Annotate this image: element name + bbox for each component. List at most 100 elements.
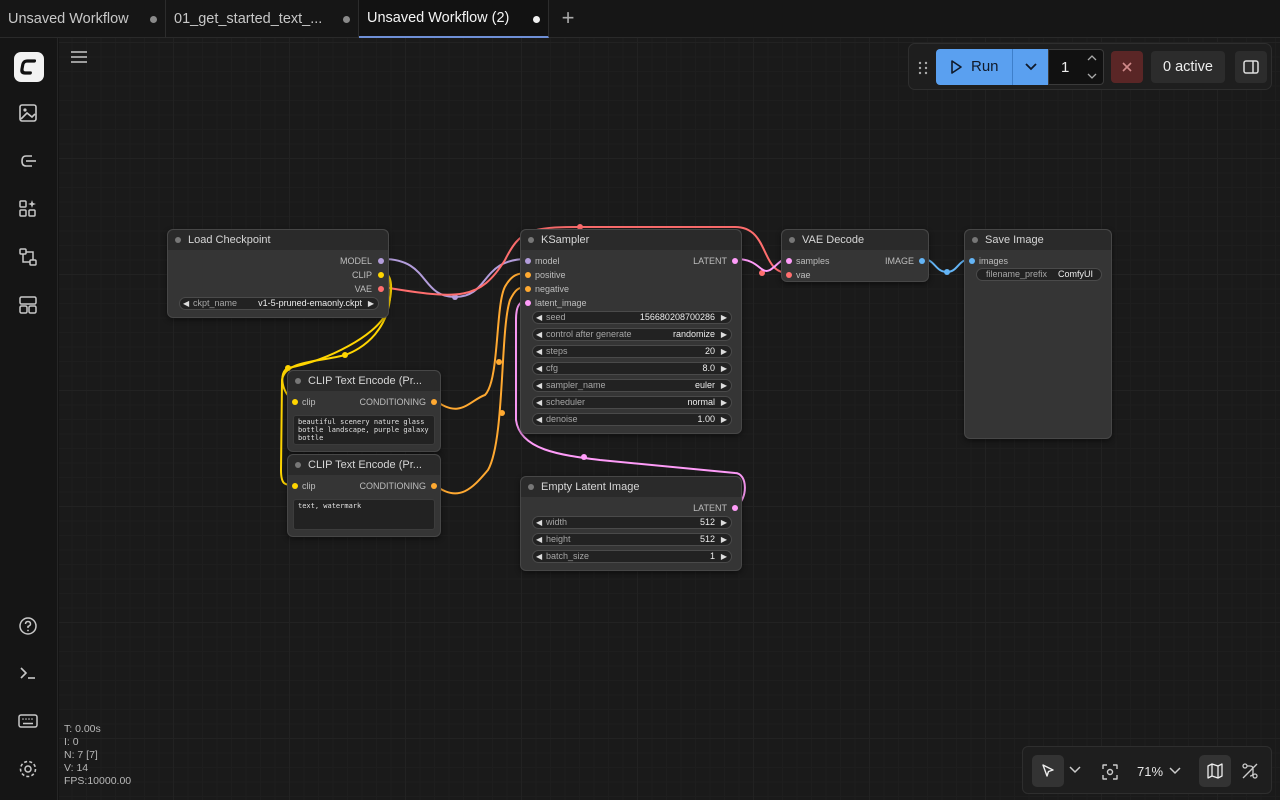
prompt-textarea[interactable]: text, watermark bbox=[293, 499, 435, 530]
map-icon bbox=[1207, 763, 1223, 779]
output-clip[interactable]: CLIP bbox=[352, 268, 372, 282]
clip-input-dot[interactable] bbox=[292, 399, 298, 405]
input-latent-image[interactable]: latent_image bbox=[535, 296, 587, 310]
chevron-down-icon[interactable] bbox=[1167, 763, 1183, 779]
samples-input-dot[interactable] bbox=[786, 258, 792, 264]
output-latent[interactable]: LATENT bbox=[693, 254, 727, 268]
tab-label: 01_get_started_text_... bbox=[174, 11, 323, 27]
latent-image-input-dot[interactable] bbox=[525, 300, 531, 306]
drag-handle-icon[interactable] bbox=[917, 60, 929, 76]
help-icon[interactable] bbox=[17, 615, 39, 637]
steps-widget[interactable]: ◀ steps 20 ▶ bbox=[532, 345, 732, 358]
node-library-icon[interactable] bbox=[17, 198, 39, 220]
conditioning-output-dot[interactable] bbox=[431, 399, 437, 405]
input-clip[interactable]: clip bbox=[302, 479, 316, 493]
positive-input-dot[interactable] bbox=[525, 272, 531, 278]
negative-input-dot[interactable] bbox=[525, 286, 531, 292]
batch-size-widget[interactable]: ◀ batch_size 1 ▶ bbox=[532, 550, 732, 563]
control-after-generate-widget[interactable]: ◀ control after generate randomize ▶ bbox=[532, 328, 732, 341]
vae-output-dot[interactable] bbox=[378, 286, 384, 292]
unsaved-dot-icon bbox=[343, 16, 350, 23]
output-model[interactable]: MODEL bbox=[340, 254, 372, 268]
minimap-toggle-button[interactable] bbox=[1199, 755, 1231, 787]
output-latent[interactable]: LATENT bbox=[693, 501, 727, 515]
images-icon[interactable] bbox=[17, 102, 39, 124]
input-negative[interactable]: negative bbox=[535, 282, 569, 296]
images-input-dot[interactable] bbox=[969, 258, 975, 264]
node-title: Save Image bbox=[965, 230, 1111, 250]
toggle-panel-button[interactable] bbox=[1235, 51, 1267, 83]
node-clip-text-encode-positive[interactable]: CLIP Text Encode (Pr... clip CONDITIONIN… bbox=[287, 370, 441, 452]
vae-input-dot[interactable] bbox=[786, 272, 792, 278]
select-tool-button[interactable] bbox=[1032, 755, 1064, 787]
settings-icon[interactable] bbox=[17, 758, 39, 780]
scheduler-widget[interactable]: ◀ scheduler normal ▶ bbox=[532, 396, 732, 409]
add-tab-button[interactable]: + bbox=[557, 7, 579, 29]
decrement-icon[interactable] bbox=[1086, 72, 1098, 80]
conditioning-output-dot[interactable] bbox=[431, 483, 437, 489]
keyboard-icon[interactable] bbox=[17, 710, 39, 732]
output-conditioning[interactable]: CONDITIONING bbox=[360, 479, 427, 493]
templates-icon[interactable] bbox=[17, 294, 39, 316]
console-icon[interactable] bbox=[17, 662, 39, 684]
tab-label: Unsaved Workflow (2) bbox=[367, 10, 510, 26]
node-vae-decode[interactable]: VAE Decode samples vae IMAGE bbox=[781, 229, 929, 282]
workflows-icon[interactable] bbox=[17, 246, 39, 268]
chevron-down-icon bbox=[1025, 63, 1037, 71]
zoom-level[interactable]: 71% bbox=[1137, 764, 1163, 779]
canvas-toolbar: 71% bbox=[1022, 746, 1272, 794]
hamburger-menu-icon[interactable] bbox=[70, 49, 88, 65]
filename-prefix-widget[interactable]: filename_prefix ComfyUI bbox=[976, 268, 1102, 281]
cfg-widget[interactable]: ◀ cfg 8.0 ▶ bbox=[532, 362, 732, 375]
node-ksampler[interactable]: KSampler model positive negative latent_… bbox=[520, 229, 742, 434]
model-output-dot[interactable] bbox=[378, 258, 384, 264]
clip-input-dot[interactable] bbox=[292, 483, 298, 489]
input-model[interactable]: model bbox=[535, 254, 560, 268]
input-clip[interactable]: clip bbox=[302, 395, 316, 409]
seed-widget[interactable]: ◀ seed 156680208700286 ▶ bbox=[532, 311, 732, 324]
latent-output-dot[interactable] bbox=[732, 505, 738, 511]
output-image[interactable]: IMAGE bbox=[885, 254, 914, 268]
node-empty-latent-image[interactable]: Empty Latent Image LATENT ◀ width 512 ▶ ◀ he… bbox=[520, 476, 742, 571]
active-queue-button[interactable]: 0 active bbox=[1151, 51, 1225, 83]
latent-output-dot[interactable] bbox=[732, 258, 738, 264]
ckpt-name-widget[interactable]: ◀ ckpt_name v1-5-pruned-emaonly.ckpt ▶ bbox=[179, 297, 379, 310]
input-samples[interactable]: samples bbox=[796, 254, 830, 268]
models-icon[interactable] bbox=[17, 150, 39, 172]
run-mode-dropdown[interactable] bbox=[1012, 49, 1048, 85]
output-vae[interactable]: VAE bbox=[355, 282, 372, 296]
node-clip-text-encode-negative[interactable]: CLIP Text Encode (Pr... clip CONDITIONIN… bbox=[287, 454, 441, 537]
image-output-dot[interactable] bbox=[919, 258, 925, 264]
close-icon bbox=[1122, 62, 1132, 72]
increment-icon[interactable] bbox=[1086, 54, 1098, 62]
workflow-tabbar: Unsaved Workflow 01_get_started_text_...… bbox=[0, 0, 1280, 38]
node-save-image[interactable]: Save Image images filename_prefix ComfyU… bbox=[964, 229, 1112, 439]
sampler-name-widget[interactable]: ◀ sampler_name euler ▶ bbox=[532, 379, 732, 392]
comfy-logo[interactable] bbox=[14, 52, 44, 82]
denoise-widget[interactable]: ◀ denoise 1.00 ▶ bbox=[532, 413, 732, 426]
cancel-run-button[interactable] bbox=[1111, 51, 1143, 83]
unsaved-dot-icon bbox=[150, 16, 157, 23]
clip-output-dot[interactable] bbox=[378, 272, 384, 278]
sidebar bbox=[0, 38, 58, 800]
batch-count-input[interactable]: 1 bbox=[1048, 49, 1104, 85]
input-images[interactable]: images bbox=[979, 254, 1008, 268]
node-title: VAE Decode bbox=[782, 230, 928, 250]
tab-unsaved-workflow-2[interactable]: Unsaved Workflow (2) bbox=[359, 0, 549, 38]
input-positive[interactable]: positive bbox=[535, 268, 566, 282]
panel-right-icon bbox=[1243, 60, 1259, 74]
width-widget[interactable]: ◀ width 512 ▶ bbox=[532, 516, 732, 529]
prompt-textarea[interactable]: beautiful scenery nature glass bottle la… bbox=[293, 415, 435, 445]
run-button[interactable]: Run bbox=[936, 49, 1048, 85]
height-widget[interactable]: ◀ height 512 ▶ bbox=[532, 533, 732, 546]
stat-v: V: 14 bbox=[64, 762, 89, 774]
fit-view-icon[interactable] bbox=[1101, 763, 1119, 781]
node-load-checkpoint[interactable]: Load Checkpoint MODEL CLIP VAE ◀ ckpt_nam… bbox=[167, 229, 389, 318]
output-conditioning[interactable]: CONDITIONING bbox=[360, 395, 427, 409]
tab-get-started[interactable]: 01_get_started_text_... bbox=[166, 0, 359, 38]
input-vae[interactable]: vae bbox=[796, 268, 811, 282]
model-input-dot[interactable] bbox=[525, 258, 531, 264]
chevron-down-icon[interactable] bbox=[1067, 762, 1083, 778]
tab-unsaved-workflow[interactable]: Unsaved Workflow bbox=[0, 0, 166, 38]
hide-links-icon[interactable] bbox=[1241, 762, 1259, 780]
